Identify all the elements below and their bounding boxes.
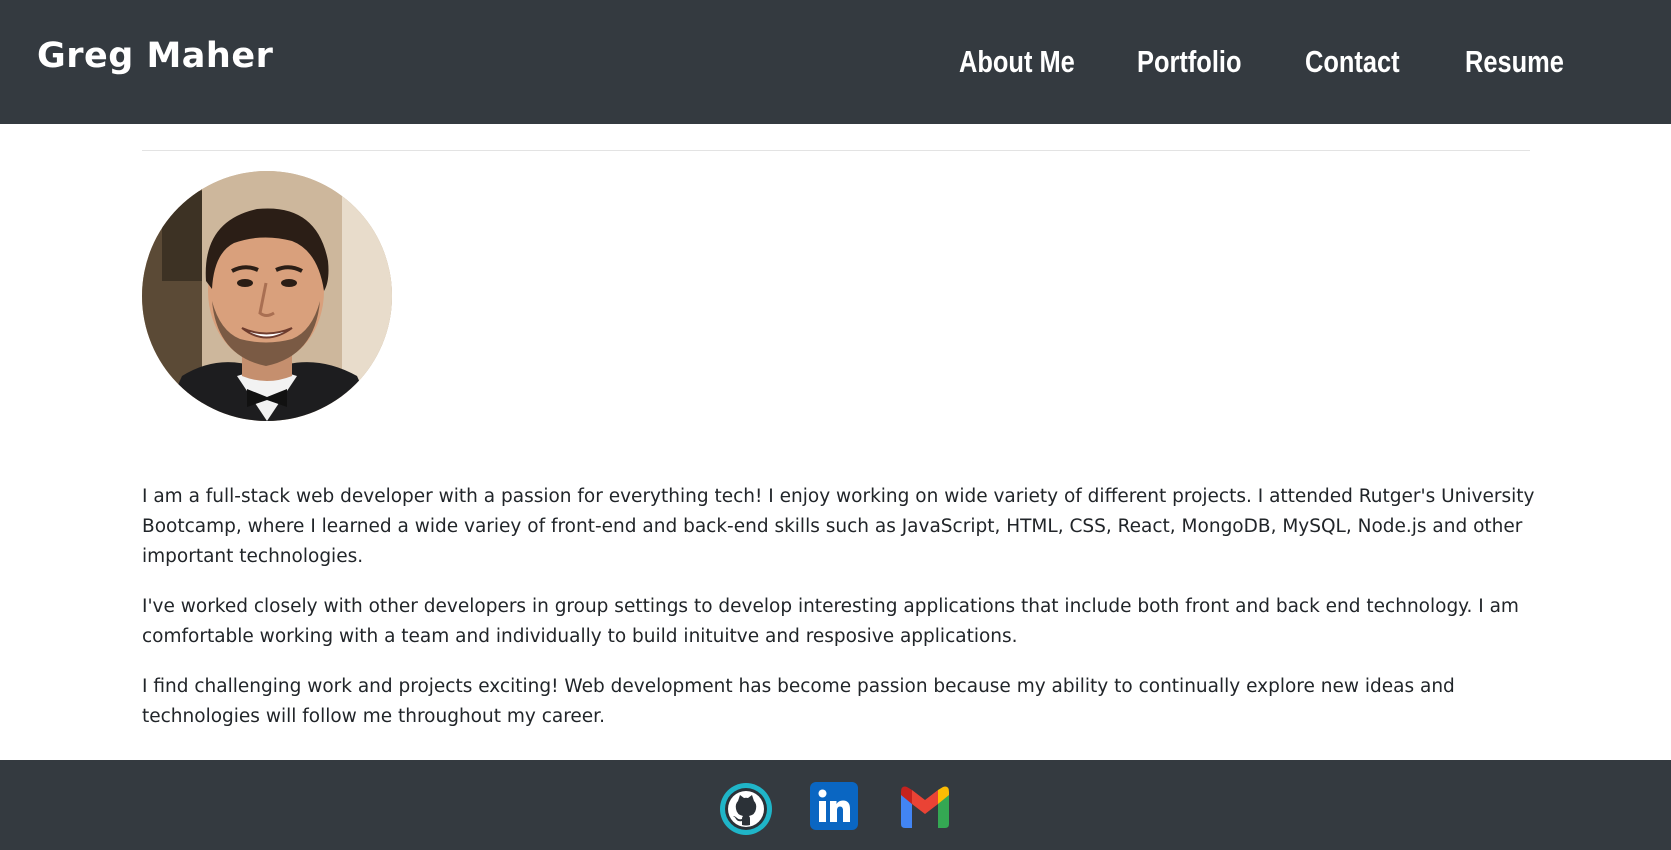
nav-portfolio[interactable]: Portfolio <box>1137 44 1241 80</box>
nav-resume[interactable]: Resume <box>1465 44 1564 80</box>
bio-paragraph: I am a full-stack web developer with a p… <box>142 486 1535 567</box>
gmail-icon <box>901 786 949 828</box>
bio-paragraph: I've worked closely with other developer… <box>142 596 1519 647</box>
site-header: Greg Maher About Me Portfolio Contact Re… <box>0 0 1671 124</box>
linkedin-icon <box>810 782 858 830</box>
gmail-link[interactable] <box>897 784 953 828</box>
github-link[interactable] <box>718 781 774 837</box>
linkedin-link[interactable] <box>810 782 858 830</box>
section-divider <box>142 150 1530 151</box>
bio-section: I am a full-stack web developer with a p… <box>142 482 1542 752</box>
main-nav: About Me Portfolio Contact Resume <box>0 44 1671 88</box>
nav-about-me[interactable]: About Me <box>959 44 1075 80</box>
github-icon <box>720 783 772 835</box>
profile-photo-illustration <box>142 171 392 421</box>
profile-photo <box>142 171 392 421</box>
site-footer <box>0 760 1671 850</box>
nav-contact[interactable]: Contact <box>1305 44 1400 80</box>
bio-paragraph: I find challenging work and projects exc… <box>142 676 1455 727</box>
